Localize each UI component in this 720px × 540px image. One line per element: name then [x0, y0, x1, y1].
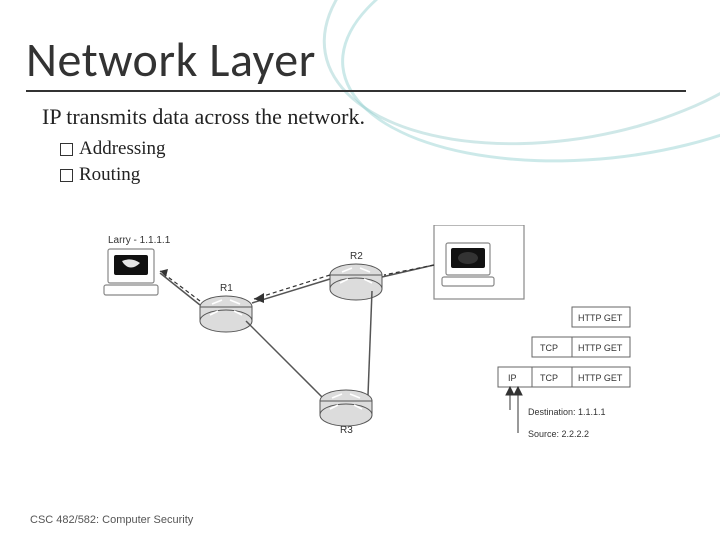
host-left-icon: [104, 249, 158, 295]
intro-text: IP transmits data across the network.: [42, 104, 365, 130]
stack-r3-c1: IP: [508, 373, 517, 383]
network-diagram: Larry - 1.1.1.1 Bob - 2.2.2.2 R1 R2: [100, 225, 640, 465]
stack-r1-c1: HTTP GET: [578, 313, 623, 323]
router-r1: R1: [200, 283, 252, 332]
annotation-destination: Destination: 1.1.1.1: [528, 407, 606, 417]
host-right-icon: [442, 243, 494, 286]
decorative-arc-2: [329, 0, 720, 187]
bullet-list: Addressing Routing: [60, 138, 166, 190]
annotation-arrows: [506, 387, 522, 433]
host-left-label: Larry - 1.1.1.1: [108, 235, 171, 246]
router-r1-label: R1: [220, 283, 233, 294]
stack-r2-c2: HTTP GET: [578, 343, 623, 353]
square-bullet-icon: [60, 169, 73, 182]
bullet-label: Addressing: [79, 138, 166, 160]
bullet-label: Routing: [79, 164, 140, 186]
bullet-item: Addressing: [60, 138, 166, 160]
slide-footer: CSC 482/582: Computer Security: [30, 514, 193, 526]
host-right-box: [434, 225, 524, 299]
stack-r2-c1: TCP: [540, 343, 558, 353]
title-underline: [26, 90, 686, 92]
selected-path: [160, 265, 434, 303]
router-r3-label: R3: [340, 425, 353, 436]
bullet-item: Routing: [60, 164, 166, 186]
stack-r3-c2: TCP: [540, 373, 558, 383]
slide-title: Network Layer: [26, 30, 316, 89]
router-r2: R2: [330, 251, 382, 300]
square-bullet-icon: [60, 143, 73, 156]
network-links: [160, 265, 434, 397]
annotation-source: Source: 2.2.2.2: [528, 429, 589, 439]
packet-stack: HTTP GET TCP HTTP GET IP TCP HTTP GET: [498, 307, 630, 387]
router-r3: R3: [320, 390, 372, 436]
stack-r3-c3: HTTP GET: [578, 373, 623, 383]
router-r2-label: R2: [350, 251, 363, 262]
